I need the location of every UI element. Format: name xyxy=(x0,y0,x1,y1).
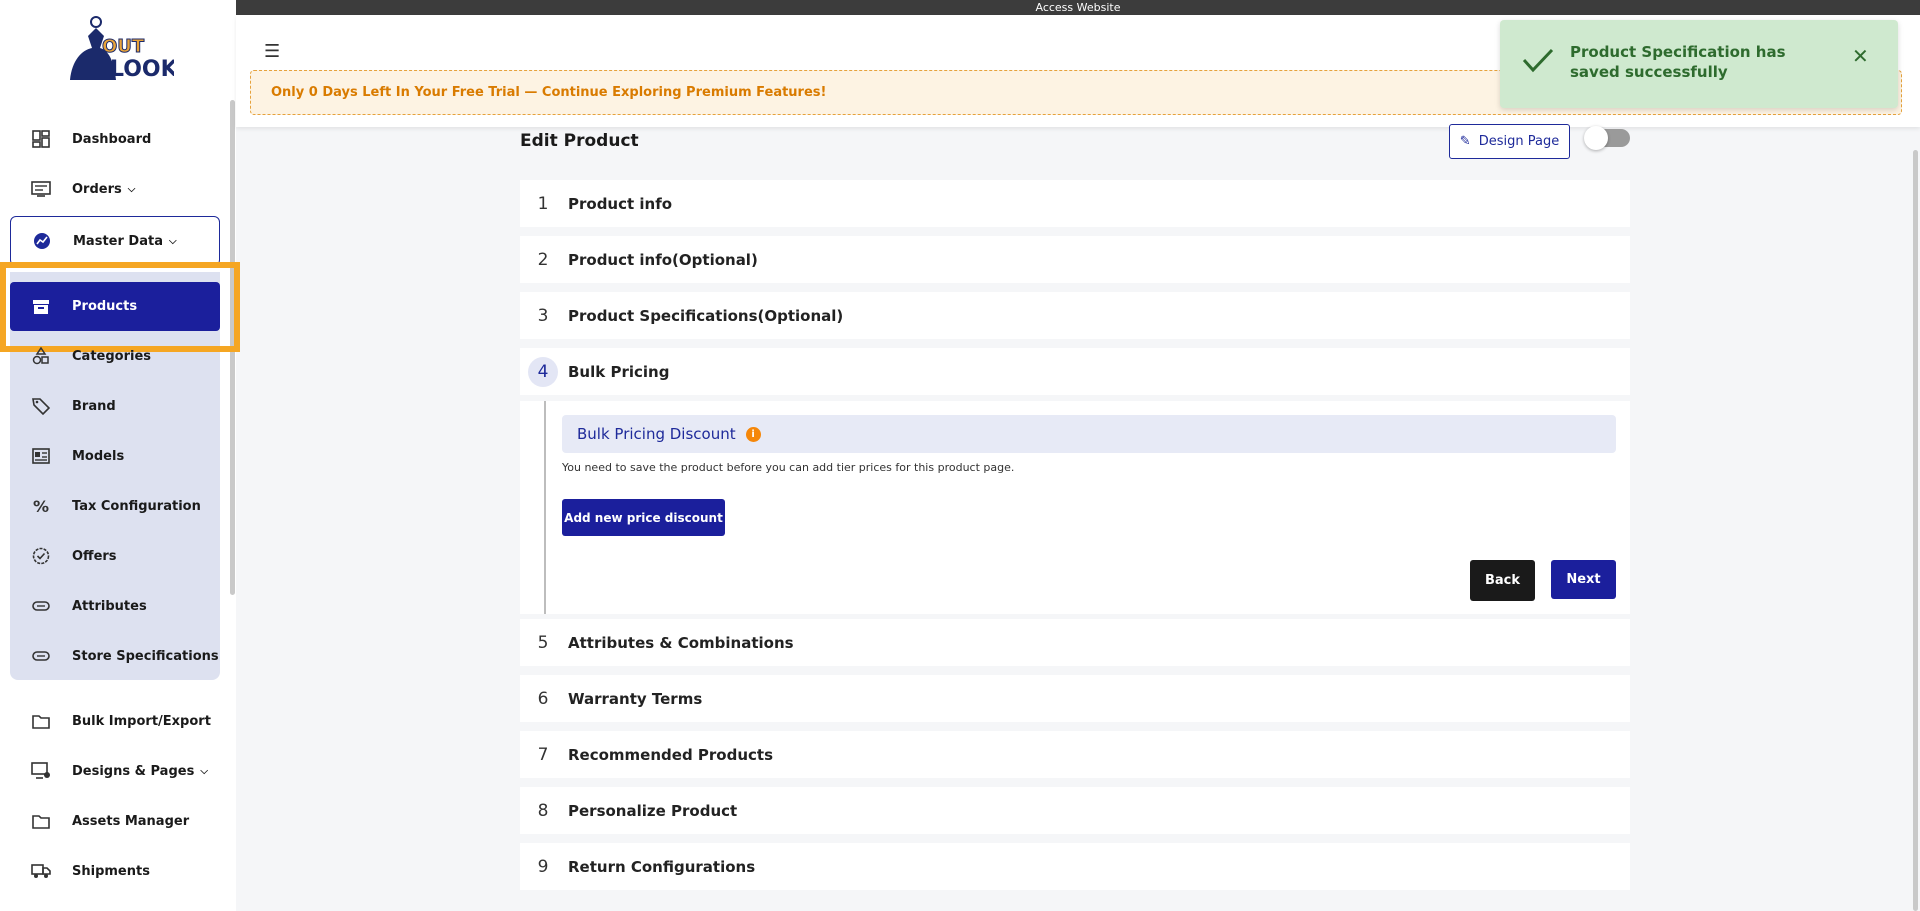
dashboard-icon xyxy=(30,128,52,150)
pill-icon xyxy=(30,595,52,617)
sidebar-item-label: Designs & Pages xyxy=(72,763,195,779)
step-bulk-pricing[interactable]: 4 Bulk Pricing xyxy=(520,348,1630,395)
folder-icon xyxy=(30,710,52,732)
step-number: 6 xyxy=(537,688,549,709)
categories-icon xyxy=(30,345,52,367)
sidebar-item-label: Offers xyxy=(72,548,117,564)
step-number: 3 xyxy=(537,305,549,326)
outlook-logo: OUT LOOK xyxy=(70,16,174,82)
sidebar-item-label: Tax Configuration xyxy=(72,498,201,514)
sidebar-item-label: Attributes xyxy=(72,598,147,614)
step-number: 2 xyxy=(537,249,549,270)
sidebar-item-tax-configuration[interactable]: % Tax Configuration xyxy=(10,483,220,529)
paint-brush-icon: ✎ xyxy=(1459,134,1471,149)
sidebar-item-models[interactable]: Models xyxy=(10,433,220,479)
orders-icon xyxy=(30,178,52,200)
step-number: 9 xyxy=(537,856,549,877)
step-number: 8 xyxy=(537,800,549,821)
step-label: Product Specifications(Optional) xyxy=(568,306,844,325)
step-warranty-terms[interactable]: 6 Warranty Terms xyxy=(520,675,1630,722)
sidebar-item-label: Bulk Import/Export xyxy=(72,713,211,729)
step-label: Product info xyxy=(568,194,673,213)
checkmark-icon xyxy=(1522,48,1554,73)
sidebar-item-master-data[interactable]: Master Data ⌵ xyxy=(10,216,220,266)
info-icon[interactable]: i xyxy=(745,426,761,442)
main-scrollbar[interactable] xyxy=(1913,150,1918,911)
folder-icon xyxy=(30,810,52,832)
sidebar-item-designs-pages[interactable]: Designs & Pages ⌵ xyxy=(10,748,220,794)
step-label: Attributes & Combinations xyxy=(568,633,794,652)
sidebar-item-label: Categories xyxy=(72,348,152,364)
sidebar-item-offers[interactable]: Offers xyxy=(10,533,220,579)
step-label: Personalize Product xyxy=(568,801,738,820)
add-price-discount-button[interactable]: Add new price discount xyxy=(562,499,725,536)
step-label: Product info(Optional) xyxy=(568,250,758,269)
sidebar-item-shipments[interactable]: Shipments xyxy=(10,848,220,894)
pill-icon xyxy=(30,645,52,667)
monitor-design-icon xyxy=(30,760,52,782)
sidebar-item-label: Shipments xyxy=(72,863,150,879)
toggle-knob xyxy=(1584,126,1608,150)
step-product-specifications[interactable]: 3 Product Specifications(Optional) xyxy=(520,292,1630,339)
bulk-pricing-title: Bulk Pricing Discount xyxy=(577,425,736,443)
percent-icon: % xyxy=(32,496,50,516)
sidebar-item-assets-manager[interactable]: Assets Manager xyxy=(10,798,220,844)
sidebar-item-orders[interactable]: Orders ⌵ xyxy=(10,166,220,212)
truck-icon xyxy=(30,860,52,882)
sidebar-item-dashboard[interactable]: Dashboard xyxy=(10,116,220,162)
sidebar-item-label: Orders xyxy=(72,181,122,197)
bulk-pricing-header: Bulk Pricing Discount i xyxy=(562,415,1616,453)
chevron-down-icon: ⌵ xyxy=(200,765,208,777)
svg-text:OUT: OUT xyxy=(102,36,145,57)
step-personalize-product[interactable]: 8 Personalize Product xyxy=(520,787,1630,834)
step-label: Return Configurations xyxy=(568,857,756,876)
step-label: Bulk Pricing xyxy=(568,362,670,381)
chevron-down-icon: ⌵ xyxy=(168,235,177,247)
sidebar: OUT LOOK Dashboard Orders ⌵ Master Data … xyxy=(0,0,240,911)
sidebar-item-bulk-import-export[interactable]: Bulk Import/Export xyxy=(10,698,220,744)
sidebar-item-label: Models xyxy=(72,448,125,464)
bulk-pricing-note: You need to save the product before you … xyxy=(562,461,1015,474)
sidebar-item-label: Assets Manager xyxy=(72,813,190,829)
offer-badge-icon xyxy=(30,545,52,567)
svg-text:LOOK: LOOK xyxy=(110,57,174,82)
sidebar-item-label: Store Specifications xyxy=(72,648,219,664)
hamburger-menu-icon[interactable]: ☰ xyxy=(264,41,280,62)
tag-icon xyxy=(30,395,52,417)
step-label: Recommended Products xyxy=(568,745,774,764)
step-number: 1 xyxy=(537,193,549,214)
sidebar-item-store-specifications[interactable]: Store Specifications xyxy=(10,633,220,679)
sidebar-item-label: Brand xyxy=(72,398,116,414)
chevron-down-icon: ⌵ xyxy=(127,183,136,195)
sidebar-item-attributes[interactable]: Attributes xyxy=(10,583,220,629)
bulk-pricing-panel: Bulk Pricing Discount i You need to save… xyxy=(520,401,1630,614)
step-recommended-products[interactable]: 7 Recommended Products xyxy=(520,731,1630,778)
models-icon xyxy=(30,445,52,467)
step-attributes-combinations[interactable]: 5 Attributes & Combinations xyxy=(520,619,1630,666)
toast-message: Product Specification has saved successf… xyxy=(1570,43,1786,81)
design-page-button[interactable]: ✎ Design Page xyxy=(1449,124,1570,159)
design-page-label: Design Page xyxy=(1478,134,1560,149)
design-toggle[interactable] xyxy=(1584,126,1630,150)
close-icon[interactable]: ✕ xyxy=(1852,44,1869,68)
master-data-icon xyxy=(31,230,53,252)
step-product-info-optional[interactable]: 2 Product info(Optional) xyxy=(520,236,1630,283)
sidebar-item-brand[interactable]: Brand xyxy=(10,383,220,429)
step-label: Warranty Terms xyxy=(568,689,703,708)
step-number: 7 xyxy=(537,744,549,765)
access-website-bar[interactable]: Access Website xyxy=(236,0,1920,15)
sidebar-item-label: Dashboard xyxy=(72,131,152,147)
step-connector-line xyxy=(544,401,546,614)
step-number: 5 xyxy=(537,632,549,653)
next-button[interactable]: Next xyxy=(1551,560,1616,599)
step-number: 4 xyxy=(528,356,558,387)
sidebar-item-label: Master Data xyxy=(73,233,163,249)
back-button[interactable]: Back xyxy=(1470,560,1535,601)
sidebar-item-categories[interactable]: Categories xyxy=(10,333,220,379)
step-return-configurations[interactable]: 9 Return Configurations xyxy=(520,843,1630,890)
page-title: Edit Product xyxy=(520,131,639,151)
step-product-info[interactable]: 1 Product info xyxy=(520,180,1630,227)
success-toast: Product Specification has saved successf… xyxy=(1500,20,1898,108)
